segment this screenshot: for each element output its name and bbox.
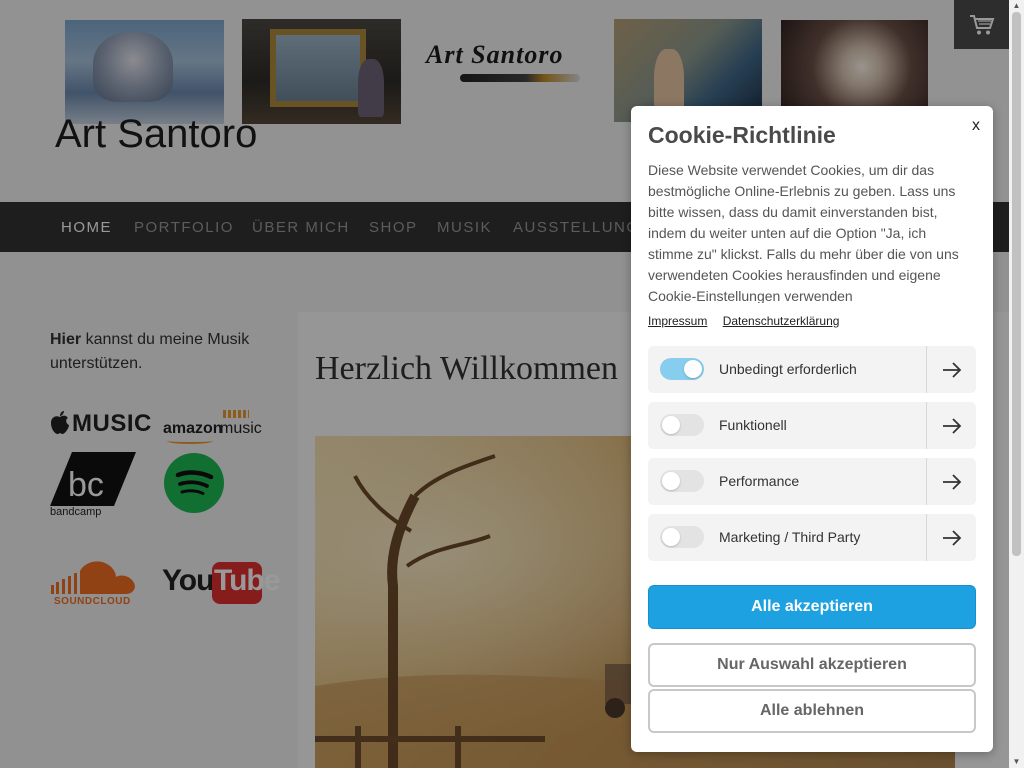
toggle-knob [662,472,680,490]
arrow-right-icon [942,473,961,490]
arrow-right-icon [942,529,961,546]
page-scrollbar-thumb[interactable] [1012,12,1021,556]
accept-selection-button[interactable]: Nur Auswahl akzeptieren [648,643,976,687]
category-label-marketing: Marketing / Third Party [719,529,861,545]
category-expand-functional[interactable] [927,402,976,449]
reject-all-button[interactable]: Alle ablehnen [648,689,976,733]
category-label-performance: Performance [719,473,800,489]
scroll-down-arrow-icon[interactable]: ▼ [1012,757,1021,766]
cookie-modal-title: Cookie-Richtlinie [648,122,836,148]
category-expand-marketing[interactable] [927,514,976,561]
category-label-functional: Funktionell [719,417,787,433]
toggle-knob [684,360,702,378]
toggle-functional[interactable] [660,414,704,436]
toggle-performance[interactable] [660,470,704,492]
cookie-category-performance: Performance [648,458,976,505]
cookie-description: Diese Website verwendet Cookies, um dir … [648,162,959,303]
accept-all-button[interactable]: Alle akzeptieren [648,585,976,629]
arrow-right-icon [942,417,961,434]
toggle-required[interactable] [660,358,704,380]
privacy-link[interactable]: Datenschutzerklärung [723,314,840,328]
category-label-required: Unbedingt erforderlich [719,361,857,377]
cookie-modal: Cookie-Richtlinie x Diese Website verwen… [631,106,993,752]
arrow-right-icon [942,361,961,378]
close-button[interactable]: x [965,116,987,136]
toggle-knob [662,416,680,434]
cookie-category-required: Unbedingt erforderlich [648,346,976,393]
toggle-knob [662,528,680,546]
cookie-category-marketing: Marketing / Third Party [648,514,976,561]
toggle-marketing[interactable] [660,526,704,548]
category-expand-performance[interactable] [927,458,976,505]
page-scrollbar[interactable]: ▲ ▼ [1009,0,1024,768]
scroll-up-arrow-icon[interactable]: ▲ [1012,1,1021,10]
cookie-text-area[interactable]: Diese Website verwendet Cookies, um dir … [648,160,976,303]
impressum-link[interactable]: Impressum [648,314,707,328]
cookie-category-functional: Funktionell [648,402,976,449]
cookie-links: Impressum Datenschutzerklärung [648,314,851,328]
category-expand-required[interactable] [927,346,976,393]
